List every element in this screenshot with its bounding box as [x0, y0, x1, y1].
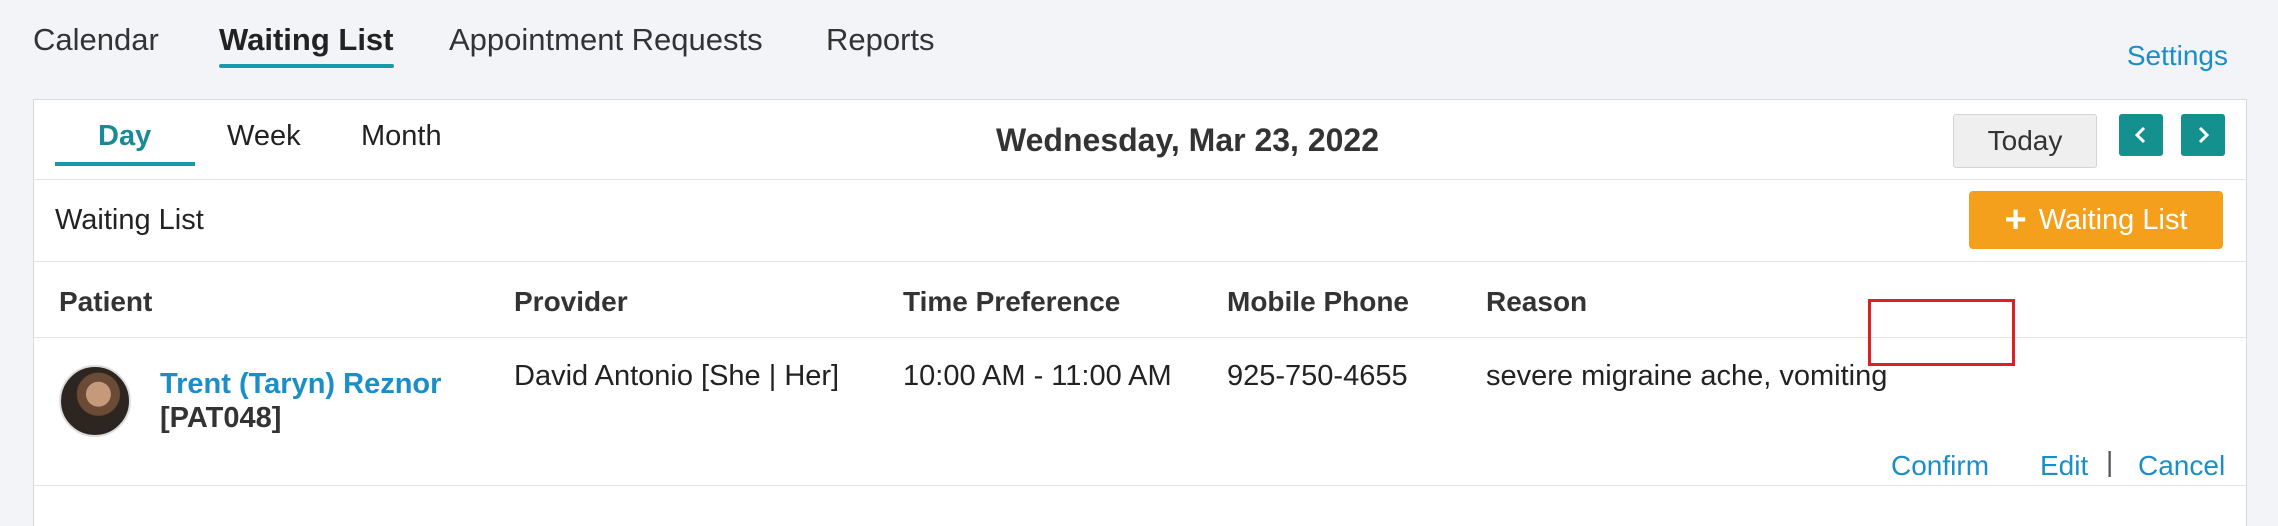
- tab-waiting-list[interactable]: Waiting List: [219, 22, 394, 68]
- edit-link[interactable]: Edit: [2040, 450, 2088, 482]
- tab-appointment-requests[interactable]: Appointment Requests: [449, 22, 763, 58]
- add-waiting-list-button[interactable]: + Waiting List: [1969, 191, 2223, 249]
- tab-reports[interactable]: Reports: [826, 22, 935, 58]
- waiting-list-header: Waiting List + Waiting List: [34, 180, 2246, 262]
- add-waiting-list-label: Waiting List: [2038, 203, 2188, 236]
- time-preference-cell: 10:00 AM - 11:00 AM: [903, 360, 1172, 392]
- confirm-link[interactable]: Confirm: [1891, 450, 1989, 482]
- mobile-phone-cell: 925-750-4655: [1227, 360, 1408, 392]
- cancel-link[interactable]: Cancel: [2138, 450, 2225, 482]
- subtab-month[interactable]: Month: [361, 120, 442, 153]
- column-header-time-preference: Time Preference: [903, 286, 1121, 317]
- chevron-left-icon: [2134, 126, 2146, 144]
- provider-cell: David Antonio [She | Her]: [514, 360, 840, 392]
- section-title: Waiting List: [55, 204, 204, 236]
- column-header-mobile-phone: Mobile Phone: [1227, 286, 1409, 317]
- tab-calendar[interactable]: Calendar: [33, 22, 159, 58]
- table-row: Trent (Taryn) Reznor [PAT048] David Anto…: [34, 338, 2246, 486]
- column-header-provider: Provider: [514, 286, 628, 317]
- waiting-list-panel: Day Week Month Wednesday, Mar 23, 2022 T…: [33, 99, 2247, 526]
- subtab-underline: [55, 162, 195, 166]
- settings-link[interactable]: Settings: [2127, 40, 2228, 72]
- top-navigation: Calendar Waiting List Appointment Reques…: [0, 0, 2278, 96]
- reason-cell: severe migraine ache, vomiting: [1486, 360, 1888, 392]
- avatar: [59, 365, 131, 437]
- prev-day-button[interactable]: [2119, 114, 2163, 156]
- patient-name-link[interactable]: Trent (Taryn) Reznor: [160, 368, 441, 401]
- patient-id: [PAT048]: [160, 402, 282, 434]
- table-header: Patient Provider Time Preference Mobile …: [34, 262, 2246, 338]
- today-button[interactable]: Today: [1953, 114, 2097, 168]
- date-title: Wednesday, Mar 23, 2022: [996, 122, 1380, 158]
- chevron-right-icon: [2198, 126, 2210, 144]
- action-separator: |: [2106, 446, 2114, 477]
- column-header-reason: Reason: [1486, 286, 1588, 317]
- plus-icon: +: [2004, 199, 2027, 241]
- view-toolbar: Day Week Month Wednesday, Mar 23, 2022 T…: [34, 100, 2246, 180]
- subtab-week[interactable]: Week: [227, 120, 301, 153]
- next-day-button[interactable]: [2181, 114, 2225, 156]
- subtab-day[interactable]: Day: [98, 120, 151, 153]
- column-header-patient: Patient: [59, 286, 153, 317]
